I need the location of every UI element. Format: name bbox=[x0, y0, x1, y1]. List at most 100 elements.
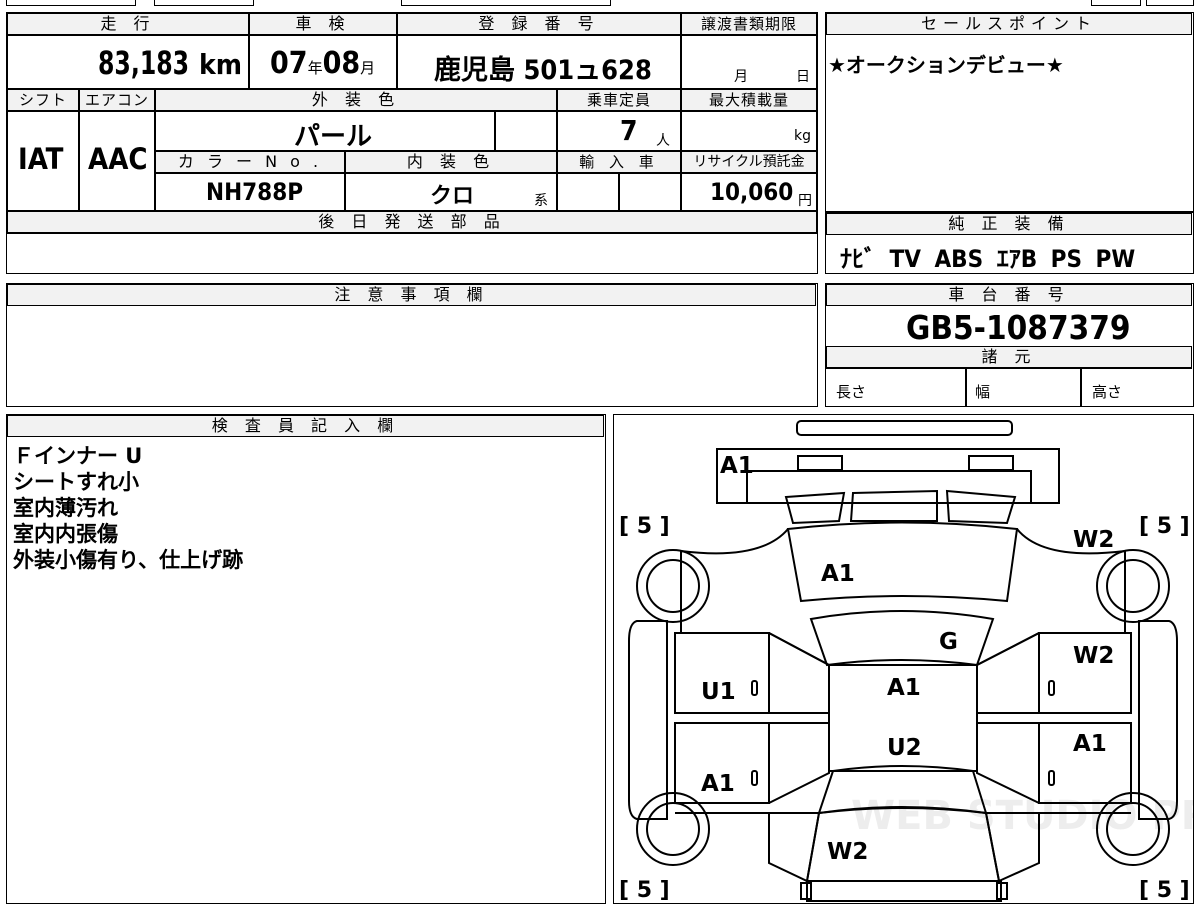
genuine-equipment-box: 純 正 装 備 ﾅﾋﾞ TV ABS ｴｱB PS PW bbox=[825, 212, 1194, 274]
rear-bumper bbox=[806, 880, 1002, 902]
interior-color-suffix: 系 bbox=[534, 193, 548, 209]
transfer-deadline-header: 譲渡書類期限 bbox=[681, 13, 817, 35]
windshield bbox=[809, 610, 995, 667]
mark-right-rear-door: A1 bbox=[1073, 731, 1107, 757]
tire-mark-front-right: [ 5 ] bbox=[1139, 514, 1190, 539]
seating-value: 7 bbox=[620, 114, 638, 147]
inspection-year: 07 bbox=[270, 46, 308, 81]
front-intake-left bbox=[784, 491, 846, 525]
registration-header: 登 録 番 号 bbox=[397, 13, 681, 35]
vehicle-spec-table: 走 行 車 検 登 録 番 号 譲渡書類期限 83,183 km 07年08 月 … bbox=[6, 12, 818, 274]
registration-cell: 鹿児島 501ュ628 bbox=[397, 35, 681, 89]
seating-unit: 人 bbox=[656, 133, 670, 149]
tire-mark-rear-left: [ 5 ] bbox=[619, 878, 670, 903]
mark-hood: A1 bbox=[821, 561, 855, 587]
shift-header: シフト bbox=[7, 89, 79, 111]
left-rear-window bbox=[768, 722, 830, 804]
mark-right-fender: W2 bbox=[1073, 527, 1114, 553]
left-front-hub bbox=[646, 559, 700, 613]
mark-windshield: G bbox=[939, 629, 958, 655]
mileage-unit: km bbox=[199, 48, 242, 81]
sales-point-text: ★オークションデビュー★ bbox=[828, 53, 1064, 77]
left-quarter-panel bbox=[768, 812, 821, 883]
color-no-value: NH788P bbox=[206, 178, 304, 206]
inspector-note: Ｆインナー U bbox=[13, 444, 143, 468]
width-label: 幅 bbox=[975, 383, 991, 401]
watermark: WEB STUDIO PRO bbox=[851, 793, 1194, 839]
max-load-cell: kg bbox=[681, 111, 817, 151]
later-parts-header: 後 日 発 送 部 品 bbox=[7, 211, 817, 233]
recycle-header: リサイクル預託金 bbox=[681, 151, 817, 173]
genuine-equipment-items: ﾅﾋﾞ TV ABS ｴｱB PS PW bbox=[840, 245, 1136, 273]
inspector-note: 室内内張傷 bbox=[13, 522, 118, 546]
interior-color-cell: クロ 系 bbox=[345, 173, 557, 211]
chassis-number: GB5-1087379 bbox=[906, 308, 1131, 347]
exterior-color-cell: パール bbox=[155, 111, 495, 152]
specs-header: 諸 元 bbox=[826, 346, 1192, 368]
mileage-value: 83,183 bbox=[97, 44, 189, 82]
inspector-notes: Ｆインナー U シートすれ小 室内薄汚れ 室内内張傷 外装小傷有り、仕上げ跡 bbox=[13, 443, 243, 573]
inspection-month: 08 bbox=[322, 46, 361, 81]
mark-front-bumper: A1 bbox=[720, 453, 754, 479]
front-intake-right bbox=[945, 489, 1017, 525]
right-front-handle bbox=[1048, 680, 1055, 696]
length-label: 長さ bbox=[836, 383, 867, 401]
color-no-header: カ ラ ー N o . bbox=[155, 151, 345, 173]
inspector-note: 室内薄汚れ bbox=[13, 496, 118, 520]
length-cell: 長さ bbox=[826, 368, 966, 406]
chassis-header: 車 台 番 号 bbox=[826, 284, 1192, 306]
aircon-cell: AAC bbox=[79, 111, 155, 211]
top-cutoff-strip bbox=[6, 0, 1194, 8]
seating-cell: 7 人 bbox=[557, 111, 681, 151]
max-load-header: 最大積載量 bbox=[681, 89, 817, 111]
left-headlight bbox=[797, 455, 843, 471]
mark-left-front-door: U1 bbox=[701, 679, 736, 705]
aircon-header: エアコン bbox=[79, 89, 155, 111]
inspector-note: シートすれ小 bbox=[13, 470, 139, 494]
sales-point-box: セールスポイント ★オークションデビュー★ bbox=[825, 12, 1194, 212]
left-front-handle bbox=[751, 680, 758, 696]
deadline-month-unit: 月 bbox=[734, 69, 748, 85]
inspector-note: 外装小傷有り、仕上げ跡 bbox=[13, 548, 244, 572]
shift-cell: IAT bbox=[7, 111, 79, 211]
right-headlight bbox=[968, 455, 1014, 471]
inspection-cell: 07年08月 bbox=[249, 35, 397, 89]
interior-color-header: 内 装 色 bbox=[345, 151, 557, 173]
front-grille bbox=[747, 470, 1032, 504]
left-rear-handle bbox=[751, 770, 758, 786]
front-bumper-tab bbox=[796, 420, 1013, 436]
exterior-color-extra-cell bbox=[495, 111, 557, 151]
right-body-side bbox=[976, 528, 1131, 814]
mileage-header: 走 行 bbox=[7, 13, 249, 35]
recycle-fee-value: 10,060 bbox=[710, 178, 794, 206]
recycle-fee-unit: 円 bbox=[798, 193, 812, 209]
shift-value: IAT bbox=[18, 142, 64, 176]
left-sill bbox=[628, 620, 668, 820]
inspector-header: 検 査 員 記 入 欄 bbox=[7, 415, 604, 437]
right-rear-handle bbox=[1048, 770, 1055, 786]
interior-color-value: クロ bbox=[430, 184, 475, 209]
registration-number: 鹿児島 501ュ628 bbox=[434, 55, 652, 86]
max-load-unit: kg bbox=[794, 128, 811, 144]
exterior-color-header: 外 装 色 bbox=[155, 89, 557, 111]
transfer-deadline-cell: 月 日 bbox=[681, 35, 817, 89]
recycle-cell: 10,060 円 bbox=[681, 173, 817, 211]
exterior-color-value: パール bbox=[294, 122, 373, 152]
damage-diagram-box: WEB STUDIO PRO [ 5 ] [ 5 ] [ 5 ] [ 5 ] A… bbox=[613, 414, 1194, 904]
right-rear-window bbox=[976, 722, 1040, 804]
later-parts-cell bbox=[7, 233, 817, 273]
front-intake-center bbox=[849, 489, 938, 522]
inspection-month-unit: 月 bbox=[360, 59, 376, 77]
right-front-hub bbox=[1106, 559, 1160, 613]
mark-roof-rear: U2 bbox=[887, 735, 922, 761]
mark-right-front-door: W2 bbox=[1073, 643, 1114, 669]
right-sill bbox=[1138, 620, 1178, 820]
genuine-equipment-header: 純 正 装 備 bbox=[826, 213, 1192, 235]
car-damage-diagram: WEB STUDIO PRO [ 5 ] [ 5 ] [ 5 ] [ 5 ] A… bbox=[619, 420, 1194, 903]
seating-header: 乗車定員 bbox=[557, 89, 681, 111]
tire-mark-rear-right: [ 5 ] bbox=[1139, 878, 1190, 903]
tire-mark-front-left: [ 5 ] bbox=[619, 514, 670, 539]
import-cell-a bbox=[557, 173, 619, 211]
color-no-cell: NH788P bbox=[155, 173, 345, 211]
caution-header: 注 意 事 項 欄 bbox=[7, 284, 816, 306]
